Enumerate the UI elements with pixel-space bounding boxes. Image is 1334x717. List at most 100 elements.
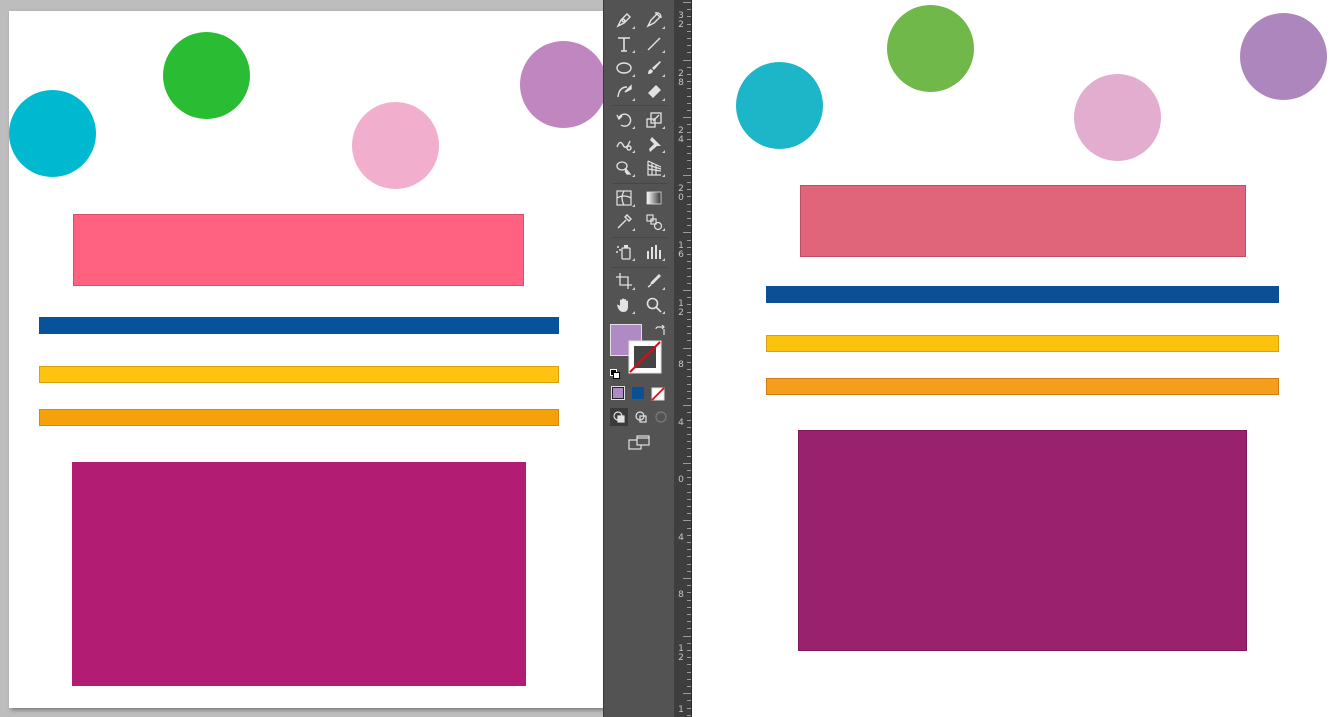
ruler-label: 28 [678,68,684,88]
color-mode-button[interactable] [611,386,625,400]
ruler-tick [687,643,691,644]
ruler-tick [687,506,691,507]
cyan-circle[interactable] [9,90,96,177]
blue-bar [766,286,1279,303]
blend-icon[interactable] [642,211,666,233]
slice-icon[interactable] [642,270,666,292]
ruler-label: 4 [678,417,684,428]
ruler-tick [687,456,691,457]
green-circle[interactable] [163,32,250,119]
ruler-label: 32 [678,11,684,30]
ruler-tick [687,225,691,226]
scale-icon[interactable] [642,109,666,131]
draw-inside-icon[interactable] [652,408,670,426]
ruler-tick [687,24,691,25]
artboard[interactable] [9,11,607,708]
ruler-tick [683,636,691,637]
gradient-icon[interactable] [642,187,666,209]
ruler-tick [687,196,691,197]
ruler-tick [687,103,691,104]
none-mode-button[interactable] [651,386,665,401]
pink-circle [1074,74,1161,161]
perspective-grid-icon[interactable] [642,157,666,179]
ruler-tick [687,614,691,615]
ruler-tick [687,470,691,471]
draw-behind-icon[interactable] [632,408,650,426]
ruler-tick [683,60,691,61]
zoom-icon[interactable] [642,294,666,316]
orange-bar[interactable] [39,409,559,426]
swap-fill-stroke-icon[interactable] [654,322,666,335]
pink-rectangle [800,185,1246,257]
yellow-bar[interactable] [39,366,559,383]
pen-icon[interactable] [612,9,636,31]
pasteboard[interactable] [0,0,607,717]
ruler-tick [687,700,691,701]
hand-icon[interactable] [612,294,636,316]
purple-circle [1240,13,1327,100]
ruler-tick [683,348,691,349]
gradient-mode-button[interactable] [631,386,645,400]
ruler-tick [683,693,691,694]
warp-icon[interactable] [612,133,636,155]
ruler-tick [687,607,691,608]
shape-builder-icon[interactable] [612,157,636,179]
curvature-icon[interactable] [642,9,666,31]
ruler-tick [687,420,691,421]
orange-bar [766,378,1279,395]
ruler-tick [687,139,691,140]
eyedropper-icon[interactable] [612,211,636,233]
ruler-tick [687,571,691,572]
rotate-icon[interactable] [612,109,636,131]
screen-mode-icon[interactable] [628,434,650,452]
symbol-sprayer-icon[interactable] [612,241,636,263]
artboard-icon[interactable] [612,270,636,292]
preview-canvas [692,0,1334,717]
ruler-label: 4 [678,532,684,543]
puppet-warp-icon[interactable] [642,133,666,155]
ruler-tick [687,376,691,377]
ruler-tick [687,362,691,363]
ruler-tick [687,182,691,183]
ruler-tick [687,319,691,320]
ruler-label: 8 [678,360,684,370]
ruler-tick [687,398,691,399]
cyan-circle [736,62,823,149]
ruler-tick [687,556,691,557]
ruler-label: 16 [678,241,684,260]
ruler-tick [687,211,691,212]
ruler-tick [687,686,691,687]
ellipse-icon[interactable] [612,57,636,79]
ruler-tick [687,52,691,53]
draw-normal-icon[interactable] [610,408,628,426]
purple-circle[interactable] [520,41,607,128]
ruler-tick [687,679,691,680]
ruler-tick [687,146,691,147]
mesh-icon[interactable] [612,187,636,209]
ruler-tick [687,715,691,716]
eraser-icon[interactable] [642,81,666,103]
ruler-tick [687,672,691,673]
line-segment-icon[interactable] [642,33,666,55]
stroke-none-swatch[interactable] [628,340,662,374]
ruler-label: 20 [678,183,684,203]
pink-circle[interactable] [352,102,439,189]
magenta-rectangle[interactable] [72,462,526,686]
type-icon[interactable] [612,33,636,55]
ruler-tick [683,175,691,176]
ruler-tick [687,261,691,262]
paintbrush-icon[interactable] [642,57,666,79]
blue-bar[interactable] [39,317,559,334]
toolbar-divider [612,237,667,238]
pink-rectangle[interactable] [73,214,524,286]
ruler-tick [687,304,691,305]
default-fill-stroke-icon[interactable] [610,364,620,379]
ruler-tick [687,477,691,478]
vertical-ruler[interactable]: 32 28 24 20 16 12 8 4 0 4 8 12 1 [674,0,692,717]
ruler-tick [687,189,691,190]
ruler-tick [687,74,691,75]
shaper-icon[interactable] [612,81,636,103]
column-graph-icon[interactable] [642,241,666,263]
ruler-tick [687,204,691,205]
ruler-tick [687,441,691,442]
